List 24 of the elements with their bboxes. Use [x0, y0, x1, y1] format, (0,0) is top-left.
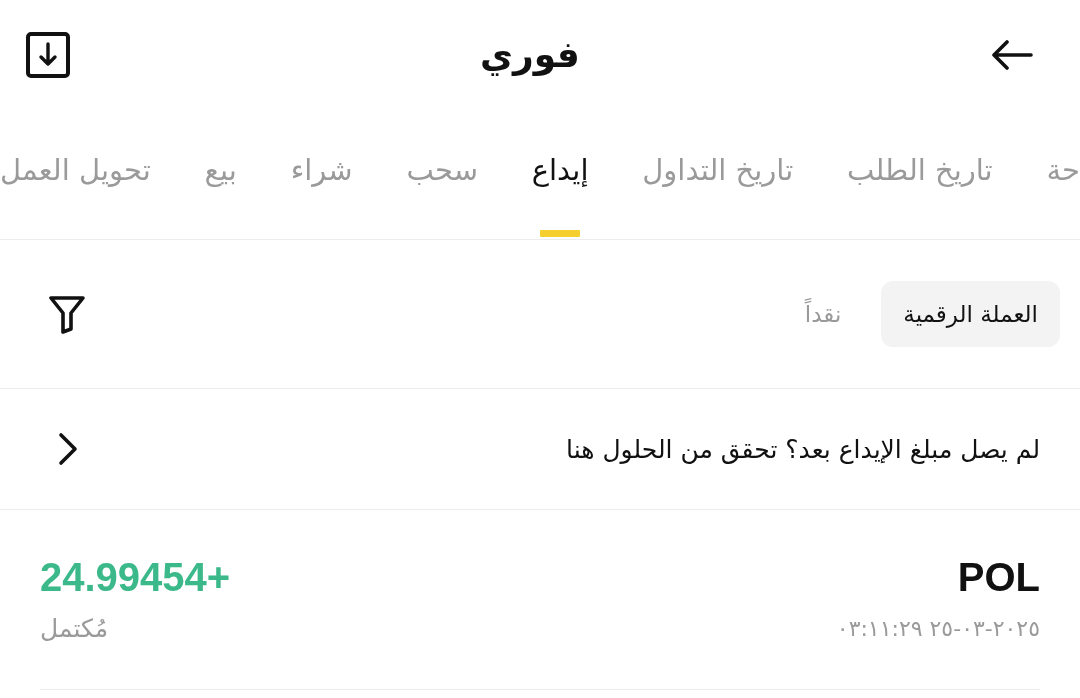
transaction-status: مُكتمل: [40, 614, 109, 644]
deposit-help-link[interactable]: لم يصل مبلغ الإيداع بعد؟ تحقق من الحلول هنا: [0, 389, 1080, 510]
tab[interactable]: بيع: [204, 110, 237, 239]
chevron-right-icon: [58, 432, 78, 466]
segment-option[interactable]: العملة الرقمية: [881, 281, 1060, 347]
filter-button[interactable]: [48, 294, 86, 334]
tab[interactable]: تاريخ التداول: [642, 110, 794, 239]
tab[interactable]: حة: [1046, 110, 1080, 239]
tab[interactable]: تحويل العمل: [0, 110, 151, 239]
back-button[interactable]: [990, 39, 1034, 71]
filter-icon: [48, 294, 86, 334]
download-icon: [26, 32, 70, 78]
tab[interactable]: سحب: [406, 110, 478, 239]
back-arrow-icon: [990, 39, 1034, 71]
download-button[interactable]: [26, 32, 70, 78]
asset-name: POL: [956, 554, 1040, 600]
tab[interactable]: إيداع: [531, 110, 589, 239]
segment-option[interactable]: نقداً: [782, 281, 864, 347]
active-tab-indicator: [540, 230, 581, 237]
transaction-datetime: ٢٠٢٥-٠٣-٢٥ ٠٣:١١:٢٩: [836, 615, 1040, 643]
tab[interactable]: شراء: [290, 110, 353, 239]
page-title: فوري: [480, 33, 580, 77]
tab[interactable]: تاريخ الطلب: [847, 110, 993, 239]
deposit-amount: 24.99454+: [40, 554, 231, 600]
